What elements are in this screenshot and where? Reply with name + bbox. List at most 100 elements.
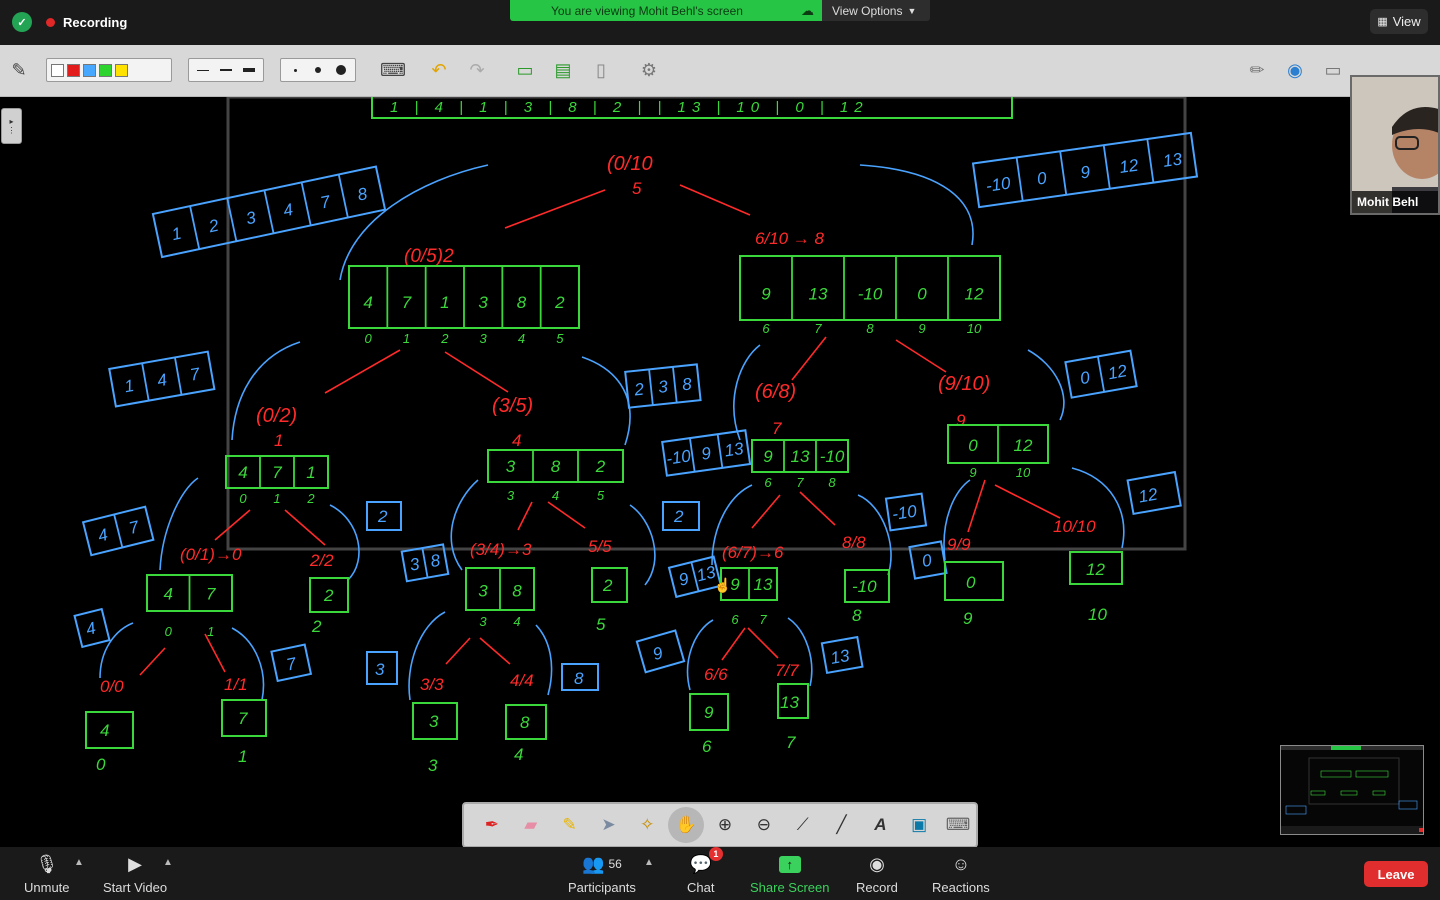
unmute-button[interactable]: 🎙 Unmute (24, 853, 70, 896)
array-index: 1 (273, 491, 280, 506)
array-cell: 7 (127, 517, 141, 538)
svg-text:4: 4 (84, 618, 98, 639)
recording-dot-icon (46, 17, 55, 27)
page-icon[interactable]: ▤ (550, 57, 576, 83)
thick-line-icon[interactable] (239, 68, 259, 72)
array-cell: 2 (595, 457, 606, 476)
array-cell: 7 (272, 463, 282, 482)
participant-video-tile[interactable]: Mohit Behl (1350, 75, 1440, 215)
node-6-8-mid: 7 (772, 419, 782, 438)
color-green-swatch[interactable] (99, 63, 112, 77)
reactions-button[interactable]: ☺ Reactions (932, 853, 990, 896)
svg-text:2: 2 (602, 576, 613, 595)
chevron-up-icon[interactable]: ▲ (163, 857, 173, 868)
eraser-icon[interactable]: ▰ (513, 807, 549, 843)
thin-line-icon[interactable] (193, 69, 213, 71)
array-index: 4 (513, 614, 520, 629)
keyboard-icon[interactable]: ⌨ (940, 807, 976, 843)
leave-button[interactable]: Leave (1364, 861, 1428, 887)
array-index: 8 (866, 321, 874, 336)
svg-text:9: 9 (963, 609, 973, 628)
node-5-5: 5/5 (588, 537, 612, 556)
array-index: 9 (969, 465, 976, 480)
chat-button[interactable]: 💬 1 Chat (687, 847, 723, 895)
svg-text:8: 8 (852, 606, 862, 625)
color-white-swatch[interactable] (51, 63, 64, 77)
color-blue-swatch[interactable] (83, 63, 96, 77)
viewing-banner-text: You are viewing Mohit Behl's screen (551, 3, 743, 18)
svg-text:7: 7 (786, 733, 796, 752)
pen-icon[interactable]: ✒ (474, 807, 510, 843)
merged-right-box: -10 0 9 12 13 (971, 131, 1199, 209)
magic-wand-icon[interactable]: ✧ (629, 807, 665, 843)
brush-icon[interactable]: ⟋ (785, 807, 821, 843)
large-dot-icon[interactable] (331, 65, 351, 75)
array-cell: 13 (754, 575, 773, 594)
svg-text:4: 4 (514, 745, 523, 764)
view-button[interactable]: ▦ View (1370, 9, 1428, 34)
whiteboard-canvas[interactable]: 1 | 4 | 1 | 3 | 8 | 2 | | 13 | 10 | 0 | … (0, 97, 1440, 847)
view-options-button[interactable]: View Options ▼ (822, 0, 930, 21)
zoom-in-icon[interactable]: ⊕ (707, 807, 743, 843)
pointer-icon[interactable]: ➤ (591, 807, 627, 843)
array-cell: 9 (700, 443, 713, 463)
record-icon: ◉ (869, 853, 885, 874)
array-cell: 9 (763, 447, 773, 466)
chevron-up-icon[interactable]: ▲ (74, 857, 84, 868)
color-yellow-swatch[interactable] (115, 63, 128, 77)
svg-text:-10: -10 (852, 577, 877, 596)
share-screen-button[interactable]: ↑ Share Screen (750, 853, 830, 895)
array-cell: 9 (1079, 162, 1092, 182)
node-1-1: 1/1 (224, 675, 248, 694)
add-page-icon[interactable]: ▭ (512, 57, 538, 83)
undo-icon[interactable]: ↶ (426, 57, 452, 83)
folder-icon[interactable]: ▭ (1320, 57, 1346, 83)
small-dot-icon[interactable] (285, 68, 305, 72)
medium-line-icon[interactable] (216, 69, 236, 71)
text-icon[interactable]: A (862, 807, 898, 843)
highlighter-icon[interactable]: ✎ (552, 807, 588, 843)
array-cell: 3 (408, 554, 421, 574)
node-9-9: 9/9 (947, 535, 971, 554)
blue-2-right: 2 (673, 507, 684, 526)
hand-cursor-icon: ☝ (714, 576, 731, 594)
chevron-up-icon[interactable]: ▲ (644, 857, 654, 868)
array-cell: 2 (554, 293, 565, 312)
image-icon[interactable]: ▣ (901, 807, 937, 843)
array-index: 6 (762, 321, 770, 336)
leaf-4 (85, 711, 134, 749)
array-index: 2 (306, 491, 315, 506)
participants-button[interactable]: 👥 56 Participants (568, 853, 636, 896)
zoom-out-icon[interactable]: ⊖ (746, 807, 782, 843)
emoji-plus-icon: ☺ (951, 853, 971, 874)
pens-icon[interactable]: ✎ (6, 57, 32, 83)
node-9-10-mid: 9 (956, 411, 966, 430)
whiteboard-thumbnail[interactable] (1280, 745, 1424, 835)
array-index: 7 (814, 321, 822, 336)
line-icon[interactable]: ╱ (824, 807, 860, 843)
redo-icon[interactable]: ↷ (464, 57, 490, 83)
keyboard-icon[interactable]: ⌨ (380, 57, 406, 83)
svg-text:12: 12 (1137, 485, 1159, 507)
unmute-label: Unmute (24, 880, 70, 895)
hand-icon[interactable]: ✋ (668, 807, 705, 843)
edit-icon[interactable]: ✏ (1244, 57, 1270, 83)
medium-dot-icon[interactable] (308, 67, 328, 73)
dot-size-group (280, 58, 356, 82)
array-cell: 9 (761, 285, 771, 304)
shield-icon[interactable]: ✓ (12, 12, 32, 32)
grid-icon: ▦ (1377, 16, 1388, 28)
svg-text:3: 3 (428, 756, 438, 775)
start-video-button[interactable]: ▶ Start Video (103, 853, 167, 896)
recording-indicator[interactable]: ✓ Recording (12, 8, 127, 36)
chat-label: Chat (687, 880, 715, 895)
globe-icon[interactable]: ◉ (1282, 57, 1308, 83)
document-icon[interactable]: ▯ (588, 57, 614, 83)
settings-icon[interactable]: ⚙ (636, 57, 662, 83)
array-cell: 8 (356, 184, 370, 205)
node-10-10: 10/10 (1053, 517, 1096, 536)
color-red-swatch[interactable] (67, 63, 80, 77)
record-button[interactable]: ◉ Record (856, 853, 898, 896)
array-cell: 7 (319, 192, 333, 213)
array-cell: 8 (551, 457, 561, 476)
